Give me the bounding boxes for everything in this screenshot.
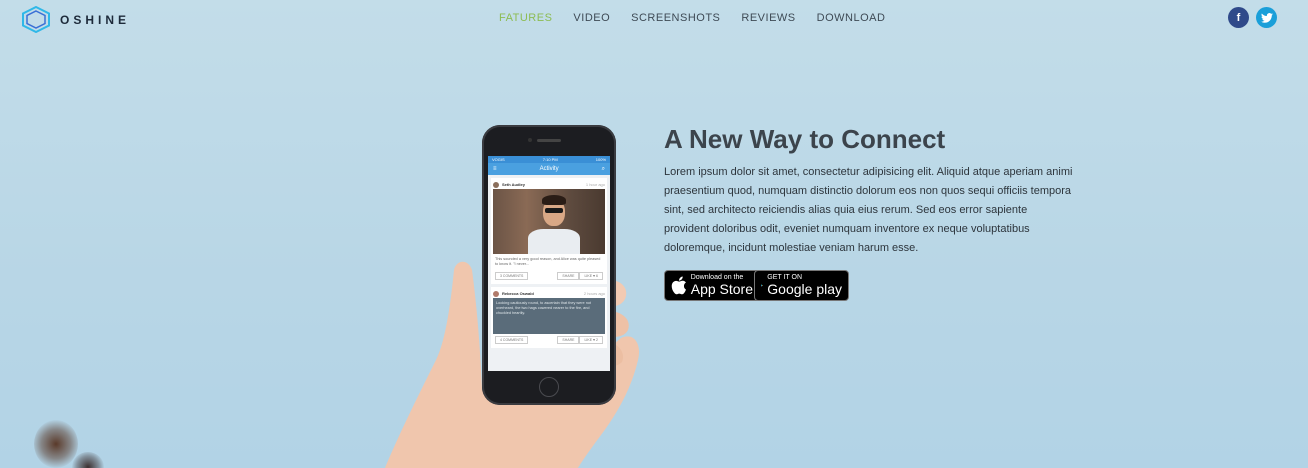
post-header: Seth Audley 1 hour ago xyxy=(493,180,605,189)
appbar-title: Activity xyxy=(539,166,559,172)
top-navigation: OSHINE FATURES VIDEO SCREENSHOTS REVIEWS… xyxy=(0,0,1308,36)
main-menu: FATURES VIDEO SCREENSHOTS REVIEWS DOWNLO… xyxy=(499,12,906,24)
blurred-decoration xyxy=(34,420,78,468)
like-button: LIKE ♥ 6 xyxy=(579,272,603,280)
share-button: SHARE xyxy=(557,272,580,280)
post-photo xyxy=(493,189,605,254)
nav-video[interactable]: VIDEO xyxy=(573,12,610,24)
facebook-icon[interactable]: f xyxy=(1228,7,1249,28)
nav-download[interactable]: DOWNLOAD xyxy=(817,12,886,24)
hamburger-icon: ≡ xyxy=(493,166,497,172)
avatar xyxy=(493,290,499,297)
comments-button: 3 COMMENTS xyxy=(495,272,529,280)
post-card: Rebecca Oswald 2 hours ago Looking cauti… xyxy=(491,287,607,348)
phone-app-bar: ≡ Activity ⌕ xyxy=(488,163,610,175)
post-author: Seth Audley xyxy=(493,181,525,188)
search-icon: ⌕ xyxy=(601,165,605,172)
battery-label: 100% xyxy=(595,157,606,162)
clock-label: 7:10 PM xyxy=(542,157,558,162)
post-actions: 3 COMMENTS SHARE LIKE ♥ 6 xyxy=(493,270,605,282)
hero-description: Lorem ipsum dolor sit amet, consectetur … xyxy=(664,166,1073,254)
apple-icon xyxy=(671,276,686,295)
post-time: 2 hours ago xyxy=(583,291,605,296)
like-button: LIKE ♥ 2 xyxy=(579,336,603,344)
social-links: f xyxy=(1221,7,1277,28)
avatar xyxy=(493,181,499,188)
blurred-decoration xyxy=(72,452,104,468)
nav-screenshots[interactable]: SCREENSHOTS xyxy=(631,12,720,24)
gplay-big-label: Google play xyxy=(767,281,842,297)
comments-button: 4 COMMENTS xyxy=(495,336,529,344)
share-button: SHARE xyxy=(557,336,580,344)
phone-screen: VOGIS 7:10 PM 100% ≡ Activity ⌕ Seth Aud… xyxy=(488,156,610,371)
google-play-icon xyxy=(761,284,764,287)
nav-features[interactable]: FATURES xyxy=(499,12,552,24)
speaker xyxy=(537,139,561,142)
camera xyxy=(528,138,532,142)
photo-hair xyxy=(542,195,566,205)
nav-reviews[interactable]: REVIEWS xyxy=(741,12,795,24)
photo-shirt xyxy=(528,229,580,254)
hero-title: A New Way to Connect xyxy=(664,124,946,154)
google-play-button[interactable]: GET IT ON Google play xyxy=(754,270,849,301)
hexagon-logo-icon xyxy=(22,6,50,33)
home-button xyxy=(539,377,559,397)
carrier-label: VOGIS xyxy=(492,157,505,162)
phone-status-bar: VOGIS 7:10 PM 100% xyxy=(488,156,610,163)
post-author: Rebecca Oswald xyxy=(493,290,534,297)
phone-mockup: VOGIS 7:10 PM 100% ≡ Activity ⌕ Seth Aud… xyxy=(482,125,616,405)
author-name: Seth Audley xyxy=(502,182,525,187)
post-header: Rebecca Oswald 2 hours ago xyxy=(493,289,605,298)
brand-name: OSHINE xyxy=(60,12,131,27)
twitter-bird-icon xyxy=(1260,12,1273,23)
app-store-button[interactable]: Download on the App Store xyxy=(664,270,760,301)
author-name: Rebecca Oswald xyxy=(502,291,534,296)
post-text: This sounded a very good reason, and Ali… xyxy=(495,257,601,266)
post-text: Looking cautiously round, to ascertain t… xyxy=(493,298,605,334)
photo-sunglasses xyxy=(545,208,563,213)
logo[interactable]: OSHINE xyxy=(21,6,130,33)
twitter-icon[interactable] xyxy=(1256,7,1277,28)
appstore-big-label: App Store xyxy=(690,281,753,297)
post-actions: 4 COMMENTS SHARE LIKE ♥ 2 xyxy=(493,334,605,346)
post-card: Seth Audley 1 hour ago This sounded a ve… xyxy=(491,178,607,284)
post-time: 1 hour ago xyxy=(585,182,605,187)
